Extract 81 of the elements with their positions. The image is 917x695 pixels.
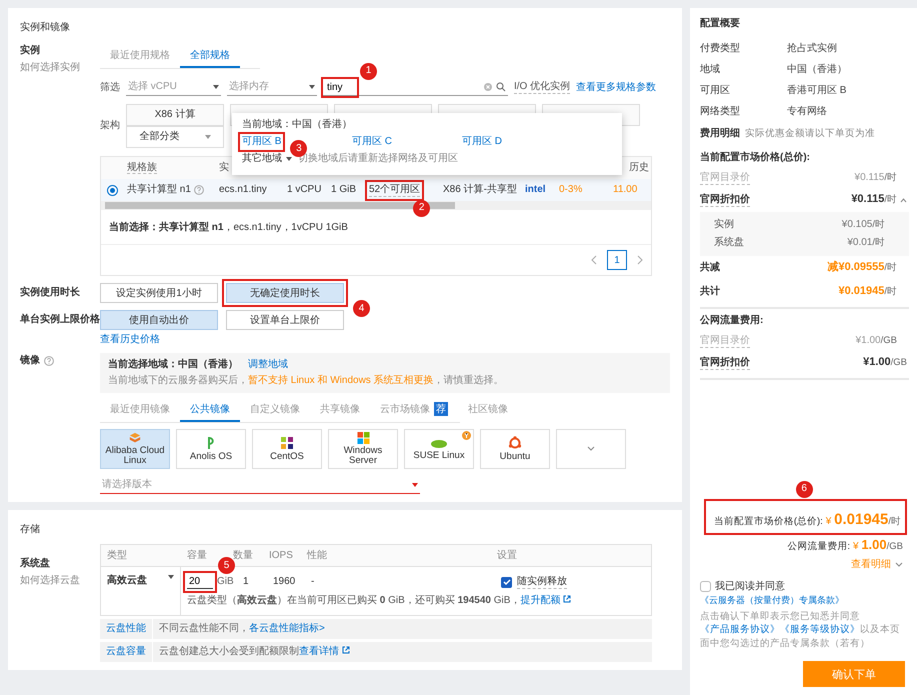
summary-label: 地域 xyxy=(700,64,721,76)
current-selection-text: 当前选择：共享计算型 n1，ecs.n1.tiny，1vCPU 1GiB xyxy=(108,220,349,235)
table-cell: 共享计算型 n1 xyxy=(127,184,191,196)
section-label: 实例使用时长 xyxy=(20,287,81,299)
release-label: 随实例释放 xyxy=(517,576,567,588)
tip-text: 云盘创建总大小会受到配额限制 xyxy=(158,646,299,658)
step-number-badge: 1 xyxy=(360,62,377,80)
unit-label: GiB xyxy=(217,576,234,588)
tip-text: 不同云盘性能不同， xyxy=(158,623,249,635)
price-value: ¥0.01945/时 xyxy=(838,285,897,299)
table-cell-text: ecs.n1.tiny xyxy=(218,184,268,196)
column-header: 设置 xyxy=(496,550,518,562)
fees-title: 费用明细 xyxy=(700,128,740,140)
fees-hint: 实际优惠金额请以下单页为准 xyxy=(745,128,875,140)
filter-label: 筛选 xyxy=(100,82,120,94)
section-label: 实例 xyxy=(20,45,41,57)
price-label: 官网目录价 xyxy=(700,334,750,348)
section-label: 系统盘 xyxy=(20,558,51,570)
summary-value: 抢占式实例 xyxy=(787,42,837,54)
table-cell-text: 0-3% xyxy=(558,184,584,196)
step-number-badge: 5 xyxy=(218,557,235,574)
summary-value: 香港可用区 B xyxy=(787,84,846,96)
table-cell-text: 1 GiB xyxy=(330,184,358,196)
table-cell-text: 1 xyxy=(242,576,250,588)
group-title: 当前配置市场价格(总价): xyxy=(700,152,811,164)
table-cell-text: X86 计算-共享型 xyxy=(442,184,518,196)
price-label: 共计 xyxy=(700,286,720,298)
region-text: 当前选择地域：中国（香港） xyxy=(108,359,238,371)
step-number-badge: 2 xyxy=(413,200,430,216)
recommend-badge: 荐 xyxy=(434,402,448,416)
column-header: 实 xyxy=(218,162,230,174)
brand-logo: intel xyxy=(524,184,547,196)
summary-label: 付费类型 xyxy=(700,42,741,54)
tip-tag: 云盘性能 xyxy=(100,619,153,639)
price-label: 官网目录价 xyxy=(700,172,750,184)
traffic-price: ¥ 1.00/GB xyxy=(852,536,903,553)
table-cell-text: 11.00 xyxy=(612,184,638,196)
column-header: IOPS xyxy=(268,550,294,562)
price-label: 官网折扣价 xyxy=(700,356,750,370)
market-price: ¥ 0.01945/时 xyxy=(826,510,901,529)
arch-label: 架构 xyxy=(100,120,120,132)
group-title: 公网流量费用: xyxy=(700,315,764,327)
price-label: 官网折扣价 xyxy=(700,194,750,206)
market-price-label: 当前配置市场价格(总价): xyxy=(714,516,823,528)
table-cell-text: 1960 xyxy=(273,576,296,588)
notice-text: 当前地域下的云服务器购买后，暂不支持 Linux 和 Windows 系统互相更换，请慎重选择。 xyxy=(108,375,505,387)
price-value: ¥1.00/GB xyxy=(863,356,907,370)
tip-tag: 云盘容量 xyxy=(100,642,153,662)
traffic-price-label: 公网流量费用: xyxy=(787,540,850,552)
terms-text: 点击确认下单即表示您已知悉并同意 《产品服务协议》《服务等级协议》以及本页面中您勾选过的产品专属条款（若有） xyxy=(700,610,901,651)
column-header: 数量 xyxy=(232,550,254,562)
price-value: 减¥0.09555/时 xyxy=(827,261,897,275)
table-cell-text: 1 vCPU xyxy=(286,184,322,196)
price-value: ¥0.115/时 xyxy=(851,193,897,207)
table-cell-text: - xyxy=(311,576,316,588)
section-label: 镜像 xyxy=(20,355,40,367)
quota-note: 云盘类型（高效云盘）在当前可用区已购买 0 GiB，还可购买 194540 GiB，提升配额 xyxy=(187,595,645,607)
column-header: 历史 xyxy=(628,162,650,174)
card-title: 实例和镜像 xyxy=(20,22,71,34)
step-number-badge: 6 xyxy=(796,480,813,498)
current-region-text: 当前地域：中国（香港） xyxy=(242,119,353,131)
price-label: 共减 xyxy=(700,262,720,274)
breakdown-label: 系统盘 xyxy=(714,237,744,249)
agree-text: 我已阅读并同意 xyxy=(715,580,785,593)
column-header: 规格族 xyxy=(126,162,158,174)
breakdown-price: ¥0.01/时 xyxy=(847,237,885,249)
column-header: 类型 xyxy=(106,550,128,562)
price-value: ¥1.00/GB xyxy=(856,335,897,347)
card-title: 存储 xyxy=(20,524,41,536)
column-header: 性能 xyxy=(306,550,328,562)
breakdown-price: ¥0.105/时 xyxy=(842,219,885,231)
summary-value: 专有网络 xyxy=(787,106,827,118)
breakdown-label: 实例 xyxy=(714,219,734,231)
step-number-badge: 4 xyxy=(353,300,370,317)
summary-label: 可用区 xyxy=(700,84,731,96)
section-label: 单台实例上限价格 xyxy=(20,314,100,326)
price-value: ¥0.115/时 xyxy=(854,172,897,184)
summary-title: 配置概要 xyxy=(700,18,741,30)
column-header: 容量 xyxy=(186,550,208,562)
summary-label: 网络类型 xyxy=(700,106,741,118)
summary-value: 中国（香港） xyxy=(787,64,847,76)
